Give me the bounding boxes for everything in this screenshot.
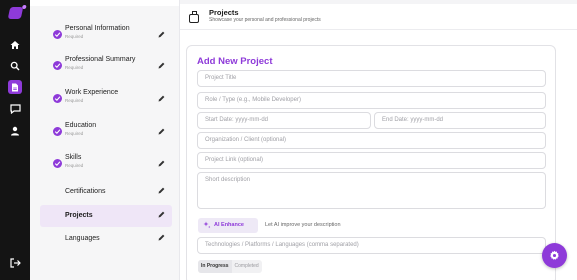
step-skills[interactable]: Skills Required — [40, 154, 172, 176]
check-icon — [53, 127, 62, 136]
step-label: Work Experience — [65, 89, 119, 96]
user-icon[interactable] — [7, 124, 23, 138]
project-title-placeholder: Project Title — [205, 75, 237, 81]
pencil-icon[interactable] — [157, 30, 166, 39]
chat-icon[interactable] — [7, 102, 23, 116]
description-placeholder: Short description — [205, 177, 251, 183]
step-status: Required — [65, 98, 84, 103]
step-label: Education — [65, 122, 97, 129]
step-certifications[interactable]: Certifications — [40, 181, 172, 203]
pencil-icon[interactable] — [157, 94, 166, 103]
add-project-card: Add New Project Project Title Role / Typ… — [186, 45, 556, 280]
step-label: Certifications — [65, 188, 106, 195]
step-languages[interactable]: Languages — [40, 228, 172, 250]
project-link-placeholder: Project Link (optional) — [205, 157, 264, 163]
pencil-icon[interactable] — [157, 159, 166, 168]
steps-sidebar: Personal Information Required Profession… — [30, 0, 180, 280]
page-subtitle: Showcase your personal and professional … — [209, 17, 321, 23]
logout-icon[interactable] — [7, 256, 23, 270]
technologies-input[interactable]: Technologies / Platforms / Languages (co… — [197, 237, 546, 254]
check-icon — [53, 94, 62, 103]
check-icon — [53, 30, 62, 39]
gear-icon — [550, 250, 559, 260]
step-status: Required — [65, 34, 84, 39]
search-icon[interactable] — [7, 59, 23, 73]
step-status: Required — [65, 163, 84, 168]
step-label: Skills — [65, 154, 82, 161]
document-icon[interactable] — [8, 80, 22, 94]
section-header: Projects Showcase your personal and prof… — [180, 0, 577, 30]
start-date-placeholder: Start Date: yyyy-mm-dd — [205, 117, 269, 123]
step-label: Professional Summary — [65, 56, 136, 63]
home-icon[interactable] — [7, 38, 23, 52]
status-toggle: In Progress Completed — [198, 260, 262, 273]
ai-enhance-label: AI Enhance — [214, 222, 244, 228]
ai-hint: Let AI improve your description — [265, 222, 341, 228]
step-label: Projects — [65, 212, 93, 219]
page-title: Projects — [209, 8, 239, 17]
project-link-input[interactable]: Project Link (optional) — [197, 152, 546, 169]
step-status: Required — [65, 65, 84, 70]
status-in-progress[interactable]: In Progress — [198, 260, 232, 273]
pencil-icon[interactable] — [157, 127, 166, 136]
organization-input[interactable]: Organization / Client (optional) — [197, 132, 546, 149]
check-icon — [53, 159, 62, 168]
pencil-icon[interactable] — [157, 233, 166, 242]
settings-fab[interactable] — [542, 243, 567, 268]
briefcase-icon — [189, 11, 199, 23]
end-date-placeholder: End Date: yyyy-mm-dd — [382, 117, 444, 123]
step-label: Languages — [65, 235, 100, 242]
icon-rail — [0, 0, 30, 280]
ai-enhance-button[interactable]: AI Enhance — [198, 218, 258, 233]
step-status: Required — [65, 131, 84, 136]
description-textarea[interactable]: Short description — [197, 172, 546, 209]
organization-placeholder: Organization / Client (optional) — [205, 137, 287, 143]
pencil-icon[interactable] — [157, 61, 166, 70]
project-title-input[interactable]: Project Title — [197, 70, 546, 87]
role-input[interactable]: Role / Type (e.g., Mobile Developer) — [197, 92, 546, 109]
check-icon — [53, 61, 62, 70]
step-label: Personal Information — [65, 25, 130, 32]
card-title: Add New Project — [197, 56, 273, 67]
role-placeholder: Role / Type (e.g., Mobile Developer) — [205, 97, 301, 103]
step-projects[interactable]: Projects — [40, 205, 172, 227]
step-personal-information[interactable]: Personal Information Required — [40, 25, 172, 47]
sparkle-icon — [203, 221, 211, 229]
start-date-input[interactable]: Start Date: yyyy-mm-dd — [197, 112, 371, 129]
status-completed[interactable]: Completed — [232, 260, 262, 273]
step-education[interactable]: Education Required — [40, 122, 172, 144]
step-professional-summary[interactable]: Professional Summary Required — [40, 56, 172, 78]
pencil-icon[interactable] — [157, 210, 166, 219]
logo-icon[interactable] — [7, 7, 24, 19]
technologies-placeholder: Technologies / Platforms / Languages (co… — [205, 242, 359, 248]
pencil-icon[interactable] — [157, 186, 166, 195]
step-work-experience[interactable]: Work Experience Required — [40, 89, 172, 111]
end-date-input[interactable]: End Date: yyyy-mm-dd — [374, 112, 546, 129]
